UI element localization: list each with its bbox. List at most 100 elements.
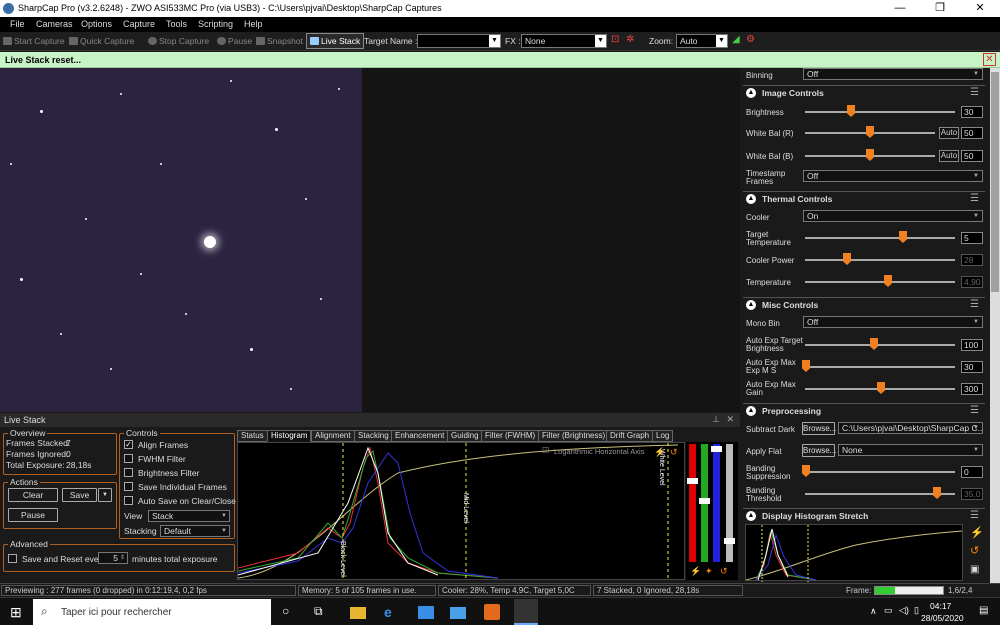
maximize-button[interactable]: ❐ (920, 0, 960, 17)
histogram-icon[interactable]: ◢ (732, 34, 740, 45)
banding-thresh-value[interactable]: 35,0 (961, 488, 983, 500)
volume-icon[interactable]: ◁) (899, 605, 909, 616)
target-name-input[interactable]: ▼ (417, 34, 501, 48)
menu-icon[interactable]: ☰ (970, 510, 979, 521)
menu-scripting[interactable]: Scripting (198, 19, 233, 29)
snapshot-button[interactable]: Snapshot (256, 36, 303, 46)
network-icon[interactable]: ▭ (884, 605, 893, 616)
banding-thresh-knob[interactable] (933, 487, 941, 499)
menu-file[interactable]: File (10, 19, 25, 29)
apply-flat-select[interactable]: None ▼ (838, 444, 983, 456)
close-window-button[interactable]: ✕ (960, 0, 1000, 17)
menu-tools[interactable]: Tools (166, 19, 187, 29)
tab-histogram[interactable]: Histogram (267, 430, 312, 442)
apply-flat-browse-button[interactable]: Browse... (802, 444, 836, 457)
mono-bin-select[interactable]: Off ▼ (803, 316, 983, 328)
pause-stack-button[interactable]: Pause (8, 508, 58, 522)
image-controls-section[interactable]: ▲ Image Controls ☰ (743, 85, 985, 99)
clear-button[interactable]: Clear (8, 488, 58, 502)
reset-icon[interactable]: ↺ (970, 544, 979, 557)
auto-level-icon[interactable]: ⚡ (690, 566, 701, 577)
preprocessing-section[interactable]: ▲ Preprocessing ☰ (743, 403, 985, 417)
log-axis-checkbox[interactable]: ☑ (542, 446, 549, 455)
menu-capture[interactable]: Capture (123, 19, 155, 29)
fx-select[interactable]: None ▼ (521, 34, 607, 48)
display-histogram-chart[interactable] (745, 524, 963, 582)
tab-status[interactable]: Status (237, 430, 268, 442)
save-reset-stepper[interactable]: 5 ⇕ (98, 552, 128, 564)
zoom-select[interactable]: Auto ▼ (676, 34, 728, 48)
tab-filter-brightness[interactable]: Filter (Brightness) (538, 430, 610, 442)
pause-button[interactable]: Pause (217, 36, 252, 46)
red-level-handle[interactable] (687, 478, 698, 484)
reset-icon[interactable]: ↺ (670, 447, 678, 458)
target-temp-slider[interactable] (805, 237, 955, 239)
brightness-value[interactable]: 30 (961, 106, 983, 118)
sharpcap-taskbar-icon[interactable] (514, 599, 538, 625)
auto-save-checkbox[interactable] (124, 496, 133, 505)
wb-r-auto-button[interactable]: Auto (939, 127, 959, 139)
taskbar-search-box[interactable]: ⌕ Taper ici pour rechercher (33, 599, 271, 625)
blue-level-handle[interactable] (711, 446, 722, 452)
file-explorer-icon[interactable] (350, 607, 366, 619)
menu-icon[interactable]: ☰ (970, 193, 979, 204)
auto-stretch-icon[interactable]: ⚡ (654, 447, 665, 458)
collapse-icon[interactable]: ▲ (746, 300, 756, 310)
menu-icon[interactable]: ☰ (970, 87, 979, 98)
collapse-icon[interactable]: ▲ (746, 406, 756, 416)
reticle-icon[interactable]: ⊡ (611, 34, 619, 45)
menu-cameras[interactable]: Cameras (36, 19, 73, 29)
windows-start-icon[interactable]: ⊞ (10, 604, 22, 621)
reset-level-icon[interactable]: ↺ (720, 566, 728, 577)
wb-b-auto-button[interactable]: Auto (939, 150, 959, 162)
crosshair-icon[interactable]: ✲ (626, 34, 634, 45)
pin-icon[interactable]: ⊥ (712, 414, 720, 425)
green-level-handle[interactable] (699, 498, 710, 504)
menu-icon[interactable]: ☰ (970, 299, 979, 310)
cooler-select[interactable]: On ▼ (803, 210, 983, 222)
clock-time[interactable]: 04:17 (930, 601, 951, 611)
stop-capture-button[interactable]: Stop Capture (148, 36, 209, 46)
subtract-dark-browse-button[interactable]: Browse... (802, 422, 836, 435)
menu-icon[interactable]: ☰ (970, 405, 979, 416)
sparkle-icon[interactable]: ✦ (705, 566, 713, 577)
tab-stacking[interactable]: Stacking (354, 430, 393, 442)
close-icon[interactable]: ✕ (983, 53, 996, 66)
live-stack-button[interactable]: Live Stack (306, 33, 365, 49)
subtract-dark-select[interactable]: C:\Users\pjvai\Desktop\SharpCap C... ▼ (838, 422, 983, 434)
aem-gain-value[interactable]: 300 (961, 383, 983, 395)
banding-supp-value[interactable]: 0 (961, 466, 983, 478)
store-icon[interactable] (418, 606, 434, 619)
wb-r-knob[interactable] (866, 126, 874, 138)
minimize-button[interactable]: — (880, 0, 920, 17)
collapse-icon[interactable]: ▲ (746, 194, 756, 204)
tab-enhancement[interactable]: Enhancement (391, 430, 449, 442)
aet-brightness-slider[interactable] (805, 344, 955, 346)
brightness-slider[interactable] (805, 111, 955, 113)
red-level-slider[interactable] (689, 444, 696, 562)
menu-options[interactable]: Options (81, 19, 112, 29)
auto-stretch-icon[interactable]: ⚡ (970, 526, 984, 539)
aet-brightness-knob[interactable] (870, 338, 878, 350)
view-select[interactable]: Stack ▼ (148, 510, 230, 522)
tab-filter-fwhm[interactable]: Filter (FWHM) (481, 430, 540, 442)
notifications-icon[interactable]: ▤ (979, 605, 988, 616)
language-icon[interactable]: ▯ (914, 605, 919, 616)
aem-exp-value[interactable]: 30 (961, 361, 983, 373)
tab-guiding[interactable]: Guiding (447, 430, 483, 442)
aet-brightness-value[interactable]: 100 (961, 339, 983, 351)
save-icon[interactable]: ▣ (970, 564, 979, 575)
aem-gain-knob[interactable] (877, 382, 885, 394)
binning-select[interactable]: Off ▼ (803, 68, 983, 80)
histogram-chart[interactable]: ☑ Logarithmic Horizontal Axis Black Leve… (237, 442, 685, 581)
save-dropdown-button[interactable]: ▼ (98, 488, 112, 502)
close-icon[interactable]: ✕ (726, 414, 734, 425)
right-panel-scrollbar[interactable] (990, 68, 1000, 583)
wb-b-value[interactable]: 50 (961, 150, 983, 162)
target-temp-value[interactable]: 5 (961, 232, 983, 244)
save-button[interactable]: Save (62, 488, 97, 502)
camera-image[interactable] (0, 68, 362, 412)
save-individual-checkbox[interactable] (124, 482, 133, 491)
aem-exp-slider[interactable] (805, 366, 955, 368)
fwhm-filter-checkbox[interactable] (124, 454, 133, 463)
